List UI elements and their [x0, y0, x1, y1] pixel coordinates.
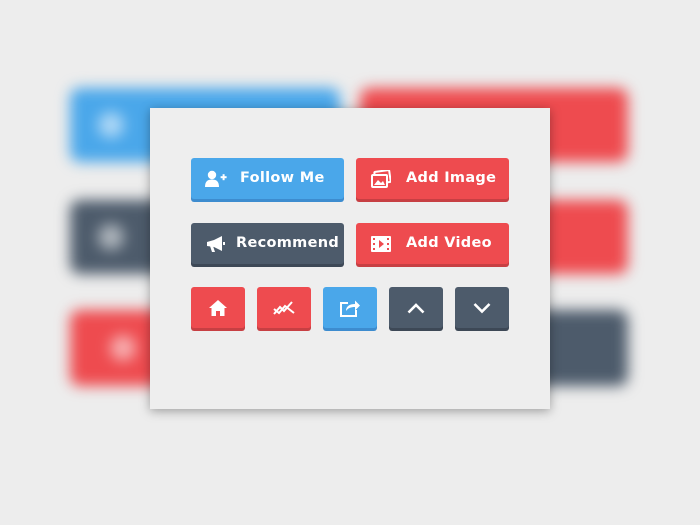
home-icon: [209, 299, 227, 316]
share-icon: [340, 299, 360, 317]
add-image-label: Add Image: [406, 170, 497, 186]
add-user-icon: [205, 170, 227, 188]
scroll-down-button[interactable]: [455, 287, 509, 328]
follow-me-button[interactable]: Follow Me: [191, 158, 344, 199]
bg-icon: [98, 224, 124, 250]
chevron-down-icon: [473, 302, 491, 314]
home-button[interactable]: [191, 287, 245, 328]
megaphone-icon: [206, 235, 226, 253]
trend-button[interactable]: [257, 287, 311, 328]
add-video-label: Add Video: [406, 235, 492, 251]
add-video-button[interactable]: Add Video: [356, 223, 509, 264]
recommend-label: Recommend: [236, 235, 340, 251]
share-button[interactable]: [323, 287, 377, 328]
bg-icon: [110, 335, 136, 361]
button-kit-card: Follow Me Add Image Recommend Add Video: [150, 108, 550, 409]
add-image-button[interactable]: Add Image: [356, 158, 509, 199]
trend-icon: [273, 300, 295, 316]
bg-icon: [98, 112, 124, 138]
follow-me-label: Follow Me: [240, 170, 325, 186]
scroll-up-button[interactable]: [389, 287, 443, 328]
recommend-button[interactable]: Recommend: [191, 223, 344, 264]
image-icon: [371, 170, 391, 188]
film-icon: [371, 236, 391, 252]
chevron-up-icon: [407, 302, 425, 314]
